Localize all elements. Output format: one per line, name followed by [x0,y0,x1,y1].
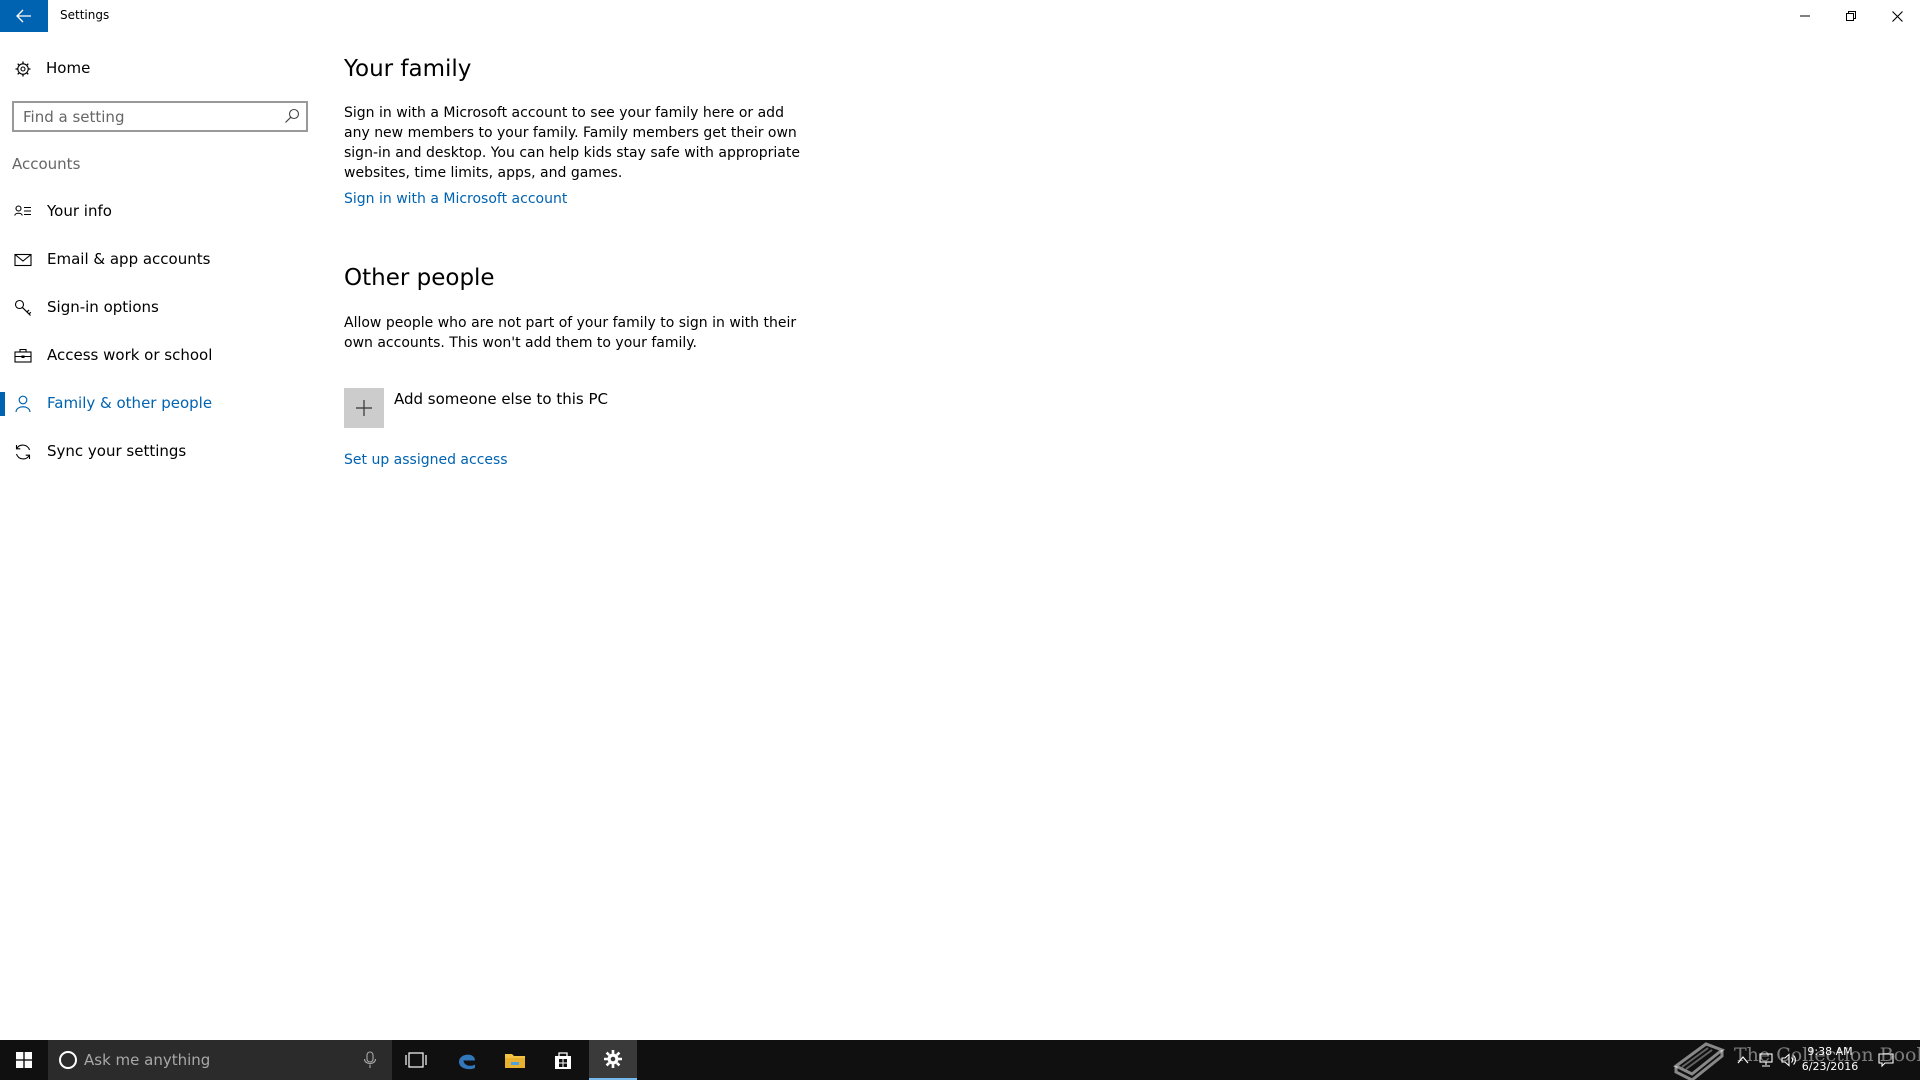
key-icon [14,299,32,316]
settings-taskbar-button[interactable] [589,1040,637,1080]
taskbar: Ask me anything 9:38 AM 6/23/2016 [0,1040,1920,1080]
system-clock[interactable]: 9:38 AM 6/23/2016 [1800,1044,1860,1074]
task-view-icon [405,1052,427,1068]
app-title: Settings [60,8,110,22]
close-button[interactable] [1874,0,1920,32]
start-button[interactable] [0,1040,48,1080]
sign-in-microsoft-account-link[interactable]: Sign in with a Microsoft account [344,191,567,207]
edge-taskbar-button[interactable] [443,1040,491,1080]
back-button[interactable] [0,0,48,32]
minimize-button[interactable] [1782,0,1828,32]
your-family-description: Sign in with a Microsoft account to see … [344,105,800,181]
clock-time: 9:38 AM [1807,1045,1853,1058]
windows-logo-icon [16,1052,32,1068]
set-up-assigned-access-link[interactable]: Set up assigned access [344,452,508,468]
settings-window: Settings Home Accounts [0,0,1920,1040]
search-icon[interactable] [284,108,300,124]
sidebar-item-label: Sign-in options [47,298,159,316]
settings-search-box [12,101,308,132]
cortana-search-box[interactable]: Ask me anything [48,1040,392,1080]
folder-icon [505,1054,525,1068]
network-icon[interactable] [1758,1052,1774,1068]
chevron-up-icon[interactable] [1735,1052,1751,1068]
gear-icon [15,61,31,77]
add-someone-label: Add someone else to this PC [394,390,609,408]
back-arrow-icon [16,9,31,23]
sidebar-item-family-other-people[interactable]: Family & other people [0,384,320,424]
mail-icon [14,253,32,267]
sidebar-item-label: Family & other people [47,394,213,412]
edge-icon [459,1054,475,1070]
home-nav-item[interactable]: Home [0,52,320,86]
volume-icon[interactable] [1781,1052,1797,1068]
sidebar-item-your-info[interactable]: Your info [0,192,320,232]
other-people-heading: Other people [344,265,495,291]
sidebar-item-label: Sync your settings [47,442,187,460]
task-view-button[interactable] [392,1040,440,1080]
store-icon [555,1052,571,1069]
sidebar-item-email-accounts[interactable]: Email & app accounts [0,240,320,280]
active-indicator [0,392,5,416]
clock-date: 6/23/2016 [1801,1060,1859,1073]
person-icon [15,395,31,413]
sidebar-section-label: Accounts [12,155,81,173]
sidebar-item-label: Access work or school [47,346,213,364]
sidebar-item-label: Your info [47,202,112,220]
home-label: Home [46,59,91,77]
add-tile [344,388,384,428]
cortana-placeholder: Ask me anything [84,1051,211,1069]
your-family-heading: Your family [344,56,472,82]
title-bar: Settings [0,0,1920,32]
file-explorer-button[interactable] [491,1040,539,1080]
contact-card-icon [14,205,31,216]
action-center-icon[interactable] [1878,1052,1894,1068]
close-icon [1891,10,1903,22]
store-button[interactable] [539,1040,587,1080]
restore-button[interactable] [1828,0,1874,32]
sidebar-item-sync-settings[interactable]: Sync your settings [0,432,320,472]
briefcase-icon [14,348,32,363]
microphone-icon[interactable] [362,1051,378,1069]
plus-icon [356,400,372,416]
minimize-icon [1800,15,1810,17]
sidebar-item-label: Email & app accounts [47,250,211,268]
sidebar-item-work-school[interactable]: Access work or school [0,336,320,376]
sync-icon [15,444,31,460]
other-people-description: Allow people who are not part of your fa… [344,315,797,351]
gear-icon [604,1050,622,1068]
restore-icon [1846,11,1856,21]
settings-search-input[interactable] [14,103,274,130]
sidebar-item-sign-in-options[interactable]: Sign-in options [0,288,320,328]
cortana-icon [59,1051,77,1069]
